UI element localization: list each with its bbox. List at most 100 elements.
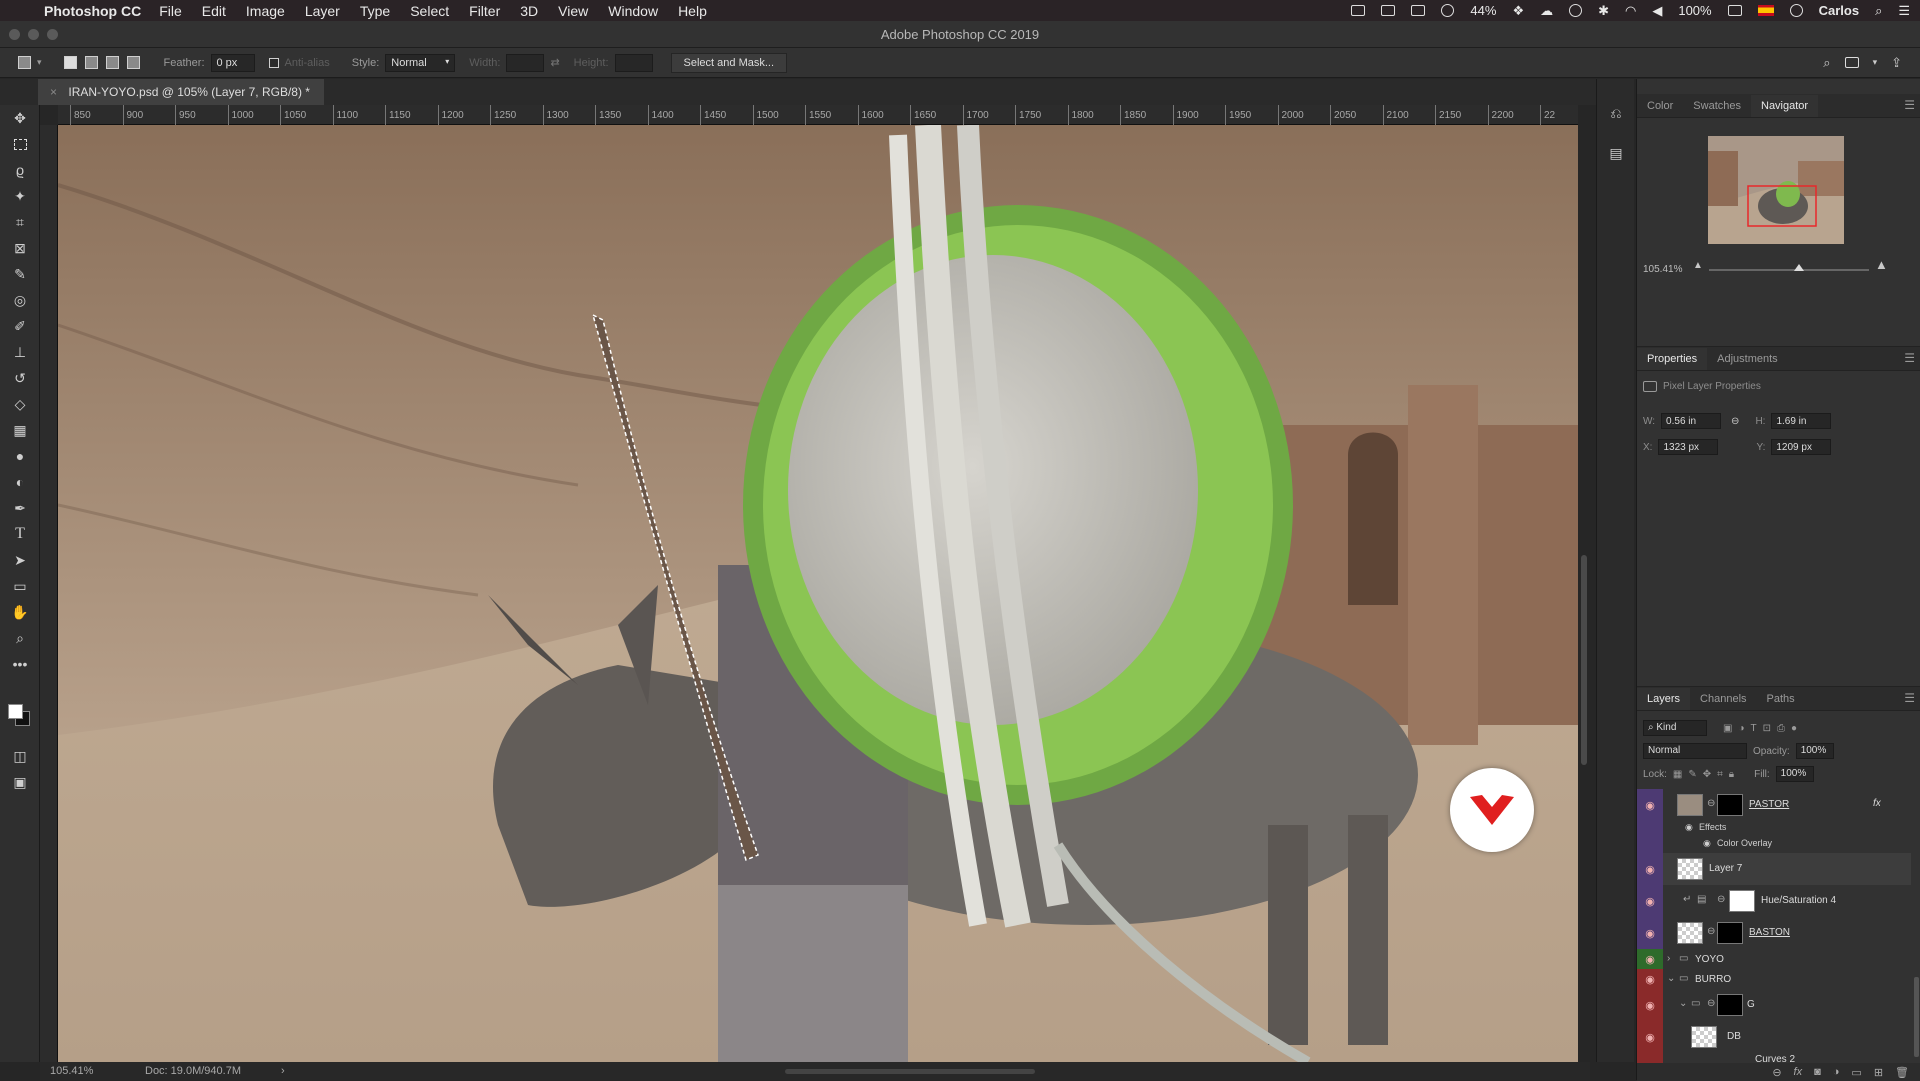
layer-row-baston[interactable]: ◉ ⊖ BASTON: [1637, 917, 1911, 949]
color-overlay-row[interactable]: ◉ Color Overlay: [1637, 837, 1911, 853]
visibility-eye-icon[interactable]: ◉: [1637, 853, 1663, 885]
menu-3d[interactable]: 3D: [520, 3, 538, 19]
menu-select[interactable]: Select: [410, 3, 449, 19]
pen-tool-icon[interactable]: ✒: [0, 495, 40, 521]
magic-wand-tool-icon[interactable]: ✦: [0, 183, 40, 209]
wifi-icon[interactable]: ◠: [1625, 3, 1636, 19]
zoom-in-icon[interactable]: ▲: [1875, 257, 1888, 272]
clock-icon[interactable]: [1789, 4, 1803, 17]
x-field[interactable]: 1323 px: [1658, 439, 1719, 455]
menu-window[interactable]: Window: [608, 3, 658, 19]
bluetooth-icon[interactable]: ✱: [1598, 3, 1609, 19]
quick-mask-icon[interactable]: ◫: [0, 743, 40, 769]
healing-brush-tool-icon[interactable]: ◎: [0, 287, 40, 313]
layer-name[interactable]: PASTOR: [1749, 799, 1789, 810]
lock-image-icon[interactable]: ✎: [1688, 769, 1696, 780]
lock-transparency-icon[interactable]: ▦: [1673, 769, 1682, 780]
panel-menu-icon[interactable]: ☰: [1904, 351, 1915, 365]
horizontal-ruler[interactable]: 850 900 950 1000 1050 1100 1150 1200 1250 1300 135…: [58, 105, 1578, 125]
chevron-down-icon[interactable]: ▾: [37, 57, 42, 68]
visibility-eye-icon[interactable]: ◉: [1637, 989, 1663, 1021]
link-layers-icon[interactable]: ⊖: [1772, 1066, 1781, 1079]
crop-tool-icon[interactable]: ⌗: [0, 209, 40, 235]
lasso-tool-icon[interactable]: ϱ: [0, 157, 40, 183]
creative-cloud-icon[interactable]: [1441, 4, 1455, 17]
eraser-tool-icon[interactable]: ◇: [0, 391, 40, 417]
clone-stamp-tool-icon[interactable]: ⊥: [0, 339, 40, 365]
layer-name[interactable]: DB: [1727, 1031, 1741, 1042]
app-menu[interactable]: Photoshop CC: [44, 3, 141, 19]
visibility-eye-icon[interactable]: ◉: [1637, 789, 1663, 821]
visibility-eye-icon[interactable]: ◉: [1637, 885, 1663, 917]
measurement-panel-icon[interactable]: ▤: [1597, 133, 1635, 173]
history-panel-icon[interactable]: ⎌: [1597, 93, 1635, 133]
height-field[interactable]: [614, 53, 653, 72]
layer-row-curves[interactable]: Curves 2: [1637, 1053, 1911, 1063]
layer-name[interactable]: Layer 7: [1709, 863, 1742, 874]
filter-type-icon[interactable]: T: [1751, 723, 1757, 734]
visibility-eye-icon[interactable]: ◉: [1637, 1021, 1663, 1053]
move-tool-icon[interactable]: ✥: [0, 105, 40, 131]
visibility-eye-icon[interactable]: ◉: [1637, 949, 1663, 969]
swap-dimensions-icon[interactable]: ⇄: [550, 56, 559, 69]
screen-record-icon[interactable]: [1351, 5, 1366, 16]
layer-name[interactable]: BURRO: [1695, 974, 1731, 985]
visibility-eye-icon[interactable]: [1637, 1053, 1663, 1063]
menu-image[interactable]: Image: [246, 3, 285, 19]
lock-position-icon[interactable]: ✥: [1703, 769, 1711, 780]
new-selection-icon[interactable]: [63, 56, 77, 69]
feather-field[interactable]: 0 px: [210, 53, 255, 72]
tab-swatches[interactable]: Swatches: [1683, 95, 1751, 117]
tab-channels[interactable]: Channels: [1690, 688, 1756, 710]
fill-field[interactable]: 100%: [1775, 766, 1814, 782]
layer-mask-thumbnail[interactable]: [1717, 794, 1743, 816]
lock-artboard-icon[interactable]: ⌗: [1717, 769, 1723, 780]
tab-adjustments[interactable]: Adjustments: [1707, 348, 1788, 370]
more-tools-icon[interactable]: •••: [0, 651, 40, 677]
new-adjustment-icon[interactable]: ◑: [1833, 1066, 1840, 1078]
vertical-scrollbar[interactable]: [1578, 125, 1590, 1062]
layer-mask-thumbnail[interactable]: [1729, 890, 1755, 912]
close-tab-icon[interactable]: ×: [50, 85, 57, 99]
mirror-icon[interactable]: [1411, 5, 1426, 16]
display-icon[interactable]: [1381, 5, 1396, 16]
opacity-field[interactable]: 100%: [1795, 743, 1834, 759]
tab-layers[interactable]: Layers: [1637, 687, 1691, 710]
foreground-color-swatch[interactable]: [8, 704, 23, 719]
filter-toggle-icon[interactable]: ●: [1791, 723, 1797, 734]
layer-name[interactable]: G: [1747, 999, 1755, 1010]
effects-eye-icon[interactable]: ◉: [1685, 822, 1693, 833]
navigator-zoom-value[interactable]: 105.41%: [1643, 264, 1682, 275]
horizontal-scrollbar[interactable]: [785, 1069, 1035, 1074]
vertical-ruler[interactable]: [40, 125, 58, 1062]
antialias-checkbox[interactable]: [268, 57, 279, 68]
filter-smart-object-icon[interactable]: ⎙: [1777, 723, 1785, 734]
filter-pixel-icon[interactable]: ▣: [1723, 723, 1732, 734]
brush-tool-icon[interactable]: ✐: [0, 313, 40, 339]
panel-menu-icon[interactable]: ☰: [1904, 98, 1915, 112]
search-icon[interactable]: ⌕: [1823, 55, 1830, 71]
tab-paths[interactable]: Paths: [1757, 688, 1805, 710]
layer-row-pastor[interactable]: ◉ ⊖ PASTOR fx: [1637, 789, 1911, 821]
document-canvas[interactable]: [58, 125, 1578, 1062]
layer-row-db[interactable]: ◉ DB: [1637, 1021, 1911, 1053]
share-icon[interactable]: ⇪: [1891, 55, 1902, 71]
color-overlay-eye-icon[interactable]: ◉: [1703, 838, 1711, 849]
tab-navigator[interactable]: Navigator: [1751, 94, 1819, 117]
filter-adjustment-icon[interactable]: ◑: [1738, 723, 1744, 734]
layer-row-hue-saturation[interactable]: ◉ ↵ ▤ ⊖ Hue/Saturation 4: [1637, 885, 1911, 917]
dropbox-icon[interactable]: ❖: [1512, 3, 1524, 19]
delete-layer-icon[interactable]: 🗑︎: [1895, 1066, 1909, 1079]
time-machine-icon[interactable]: [1569, 4, 1583, 17]
dodge-tool-icon[interactable]: ◐: [0, 469, 40, 495]
menu-edit[interactable]: Edit: [202, 3, 226, 19]
eyedropper-tool-icon[interactable]: ✎: [0, 261, 40, 287]
link-dimensions-icon[interactable]: ⊖: [1731, 416, 1739, 427]
layer-name[interactable]: BASTON: [1749, 927, 1790, 938]
battery-icon[interactable]: [1727, 5, 1742, 16]
layers-scrollbar[interactable]: [1914, 977, 1919, 1057]
document-tab[interactable]: × IRAN-YOYO.psd @ 105% (Layer 7, RGB/8) …: [38, 79, 324, 105]
gradient-tool-icon[interactable]: ▦: [0, 417, 40, 443]
navigator-zoom-knob[interactable]: [1794, 264, 1804, 271]
menu-type[interactable]: Type: [360, 3, 390, 19]
